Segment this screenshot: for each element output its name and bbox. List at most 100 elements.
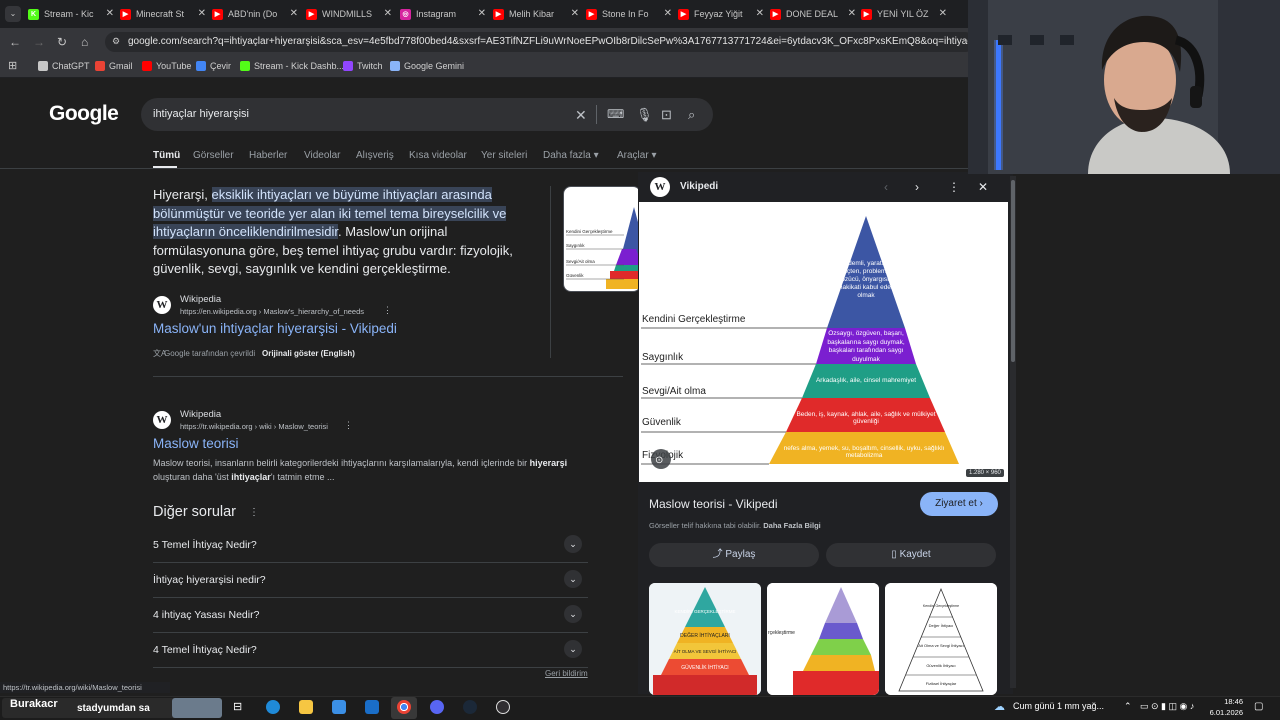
search-tab[interactable]: Alışveriş <box>356 150 394 161</box>
google-logo[interactable]: Google <box>49 102 119 126</box>
chevron-down-icon[interactable]: ⌄ <box>564 570 582 588</box>
result1-title-link[interactable]: Maslow'un ihtiyaçlar hiyerarşisi - Vikip… <box>153 321 397 336</box>
chevron-down-icon[interactable]: ⌄ <box>564 605 582 623</box>
forward-icon[interactable]: → <box>33 35 45 49</box>
tab-search-button[interactable]: ⌄ <box>5 6 21 22</box>
file-explorer-icon[interactable] <box>299 700 313 714</box>
chevron-down-icon[interactable]: ⌄ <box>564 535 582 553</box>
obs-icon[interactable] <box>496 700 510 714</box>
show-hidden-icons[interactable]: ⌃ <box>1124 701 1132 712</box>
tab-close-icon[interactable]: ✕ <box>198 8 206 19</box>
reload-icon[interactable]: ↻ <box>57 35 67 49</box>
visit-button[interactable]: Ziyaret et › <box>920 492 998 516</box>
browser-tab[interactable]: ▶ Minecraft St ✕ <box>120 3 206 25</box>
panel-scrollbar-thumb[interactable] <box>1011 180 1015 362</box>
apps-grid-icon[interactable]: ⊞ <box>8 59 17 72</box>
related-image-3[interactable]: Kendini Gerçekleştirme Değer İhtiyacı Ai… <box>885 583 997 695</box>
result1-more-icon[interactable]: ⋮ <box>383 305 392 316</box>
browser-tab[interactable]: ▶ YENİ YIL ÖZ ✕ <box>861 3 947 25</box>
edge-icon[interactable] <box>266 700 280 714</box>
keyboard-icon[interactable]: ⌨ <box>607 107 624 121</box>
search-tab[interactable]: Videolar <box>304 150 341 161</box>
browser-tab[interactable]: ▶ Melih Kibar ✕ <box>493 3 579 25</box>
learn-more-link[interactable]: Daha Fazla Bilgi <box>763 521 821 530</box>
search-tab[interactable]: Haberler <box>249 150 287 161</box>
home-icon[interactable]: ⌂ <box>81 35 88 49</box>
related-image-2[interactable]: rçekleştirme <box>767 583 879 695</box>
result1-site[interactable]: Wikipedia <box>180 294 221 305</box>
share-button[interactable]: ⤴ Paylaş <box>649 543 819 567</box>
result2-site[interactable]: Wikipedia <box>180 409 221 420</box>
result2-more-icon[interactable]: ⋮ <box>344 420 353 431</box>
search-tab[interactable]: Araçlar ▾ <box>617 150 656 161</box>
tab-close-icon[interactable]: ✕ <box>384 8 392 19</box>
related-question[interactable]: 4 Temel İhtiyaç Nedir? ⌄ <box>153 633 588 668</box>
clear-icon[interactable]: ✕ <box>575 107 587 124</box>
save-button[interactable]: ▯ Kaydet <box>826 543 996 567</box>
tab-close-icon[interactable]: ✕ <box>106 8 114 19</box>
show-original-link[interactable]: Orijinali göster (English) <box>262 349 355 358</box>
chevron-down-icon[interactable]: ⌄ <box>564 640 582 658</box>
maslow-pyramid-image[interactable]: Kendini Gerçekleştirme Saygınlık Sevgi/A… <box>639 202 1008 482</box>
previous-image-icon[interactable]: ‹ <box>884 180 888 194</box>
bookmark-item[interactable]: Stream - Kick Dashb... <box>240 61 344 71</box>
close-panel-icon[interactable]: ✕ <box>978 180 988 194</box>
bookmark-item[interactable]: Çevir <box>196 61 231 71</box>
tab-close-icon[interactable]: ✕ <box>571 8 579 19</box>
next-image-icon[interactable]: › <box>915 180 919 194</box>
browser-tab[interactable]: ▶ WINDMILLS ✕ <box>306 3 392 25</box>
search-tab[interactable]: Kısa videolar <box>409 150 467 161</box>
browser-tab[interactable]: ◎ Instagram ✕ <box>400 3 486 25</box>
search-tab[interactable]: Tümü <box>153 150 180 161</box>
search-tab[interactable]: Daha fazla ▾ <box>543 150 599 161</box>
snippet-image-thumbnail[interactable]: Kendini Gerçekleştirme Saygınlık Sevgi/A… <box>563 186 641 292</box>
panel-source-name[interactable]: Vikipedi <box>680 181 718 192</box>
wikipedia-favicon-2[interactable]: W <box>153 411 171 429</box>
store-icon[interactable] <box>332 700 346 714</box>
browser-tab[interactable]: K Stream - Kic ✕ <box>28 3 114 25</box>
chrome-icon[interactable] <box>397 700 411 714</box>
discord-icon[interactable] <box>430 700 444 714</box>
result2-title-link[interactable]: Maslow teorisi <box>153 436 239 451</box>
notifications-icon[interactable]: ▢ <box>1254 701 1263 712</box>
tab-close-icon[interactable]: ✕ <box>664 8 672 19</box>
panel-more-icon[interactable]: ⋮ <box>948 180 960 194</box>
result2-url[interactable]: https://tr.wikipedia.org › wiki › Maslow… <box>180 422 328 431</box>
related-question[interactable]: 4 ihtiyaç Yasası Nedir? ⌄ <box>153 598 588 633</box>
site-info-icon[interactable]: ⚙ <box>112 36 120 47</box>
bookmark-item[interactable]: Gmail <box>95 61 133 71</box>
browser-tab[interactable]: ▶ Feyyaz Yiğit ✕ <box>678 3 764 25</box>
bookmark-item[interactable]: Twitch <box>343 61 383 71</box>
feedback-link[interactable]: Geri bildirim <box>545 669 588 678</box>
related-question[interactable]: İhtiyaç hiyerarşisi nedir? ⌄ <box>153 563 588 598</box>
browser-tab[interactable]: ▶ DONE DEAL ✕ <box>770 3 856 25</box>
outlook-icon[interactable] <box>365 700 379 714</box>
tab-close-icon[interactable]: ✕ <box>290 8 298 19</box>
result1-url[interactable]: https://en.wikipedia.org › Maslow's_hier… <box>180 307 364 316</box>
bookmark-item[interactable]: Google Gemini <box>390 61 464 71</box>
related-question[interactable]: 5 Temel İhtiyaç Nedir? ⌄ <box>153 528 588 563</box>
search-tab[interactable]: Görseller <box>193 150 234 161</box>
wikipedia-favicon[interactable]: W <box>153 296 171 314</box>
search-tab[interactable]: Yer siteleri <box>481 150 527 161</box>
browser-tab[interactable]: ▶ ABD'nin (Do ✕ <box>212 3 298 25</box>
system-tray-icons[interactable]: ▭ ⊙ ▮ ◫ ◉ ♪ <box>1140 701 1194 712</box>
microphone-icon[interactable]: 🎙 <box>636 107 653 123</box>
steam-icon[interactable] <box>463 700 477 714</box>
tab-close-icon[interactable]: ✕ <box>848 8 856 19</box>
search-input[interactable]: ihtiyaçlar hiyerarşisi <box>153 108 249 120</box>
vikipedi-favicon[interactable]: W <box>650 177 670 197</box>
browser-tab[interactable]: ▶ Stone In Fo ✕ <box>586 3 672 25</box>
taskbar-clock[interactable]: 18:46 6.01.2026 <box>1203 696 1243 718</box>
google-lens-icon[interactable]: ⊡ <box>661 107 672 123</box>
task-view-icon[interactable]: ⊟ <box>233 700 247 714</box>
bookmark-item[interactable]: YouTube <box>142 61 191 71</box>
panel-page-title[interactable]: Maslow teorisi - Vikipedi <box>649 497 778 511</box>
paa-more-icon[interactable]: ⋮ <box>249 507 259 518</box>
back-icon[interactable]: ← <box>9 35 21 49</box>
weather-widget[interactable]: Cum günü 1 mm yağ... <box>1013 701 1104 711</box>
address-bar[interactable]: google.com/search?q=ihtiyaçlar+hiyerarşi… <box>105 32 975 52</box>
tab-close-icon[interactable]: ✕ <box>939 8 947 19</box>
tab-close-icon[interactable]: ✕ <box>478 8 486 19</box>
search-icon[interactable]: ⌕ <box>688 107 695 123</box>
